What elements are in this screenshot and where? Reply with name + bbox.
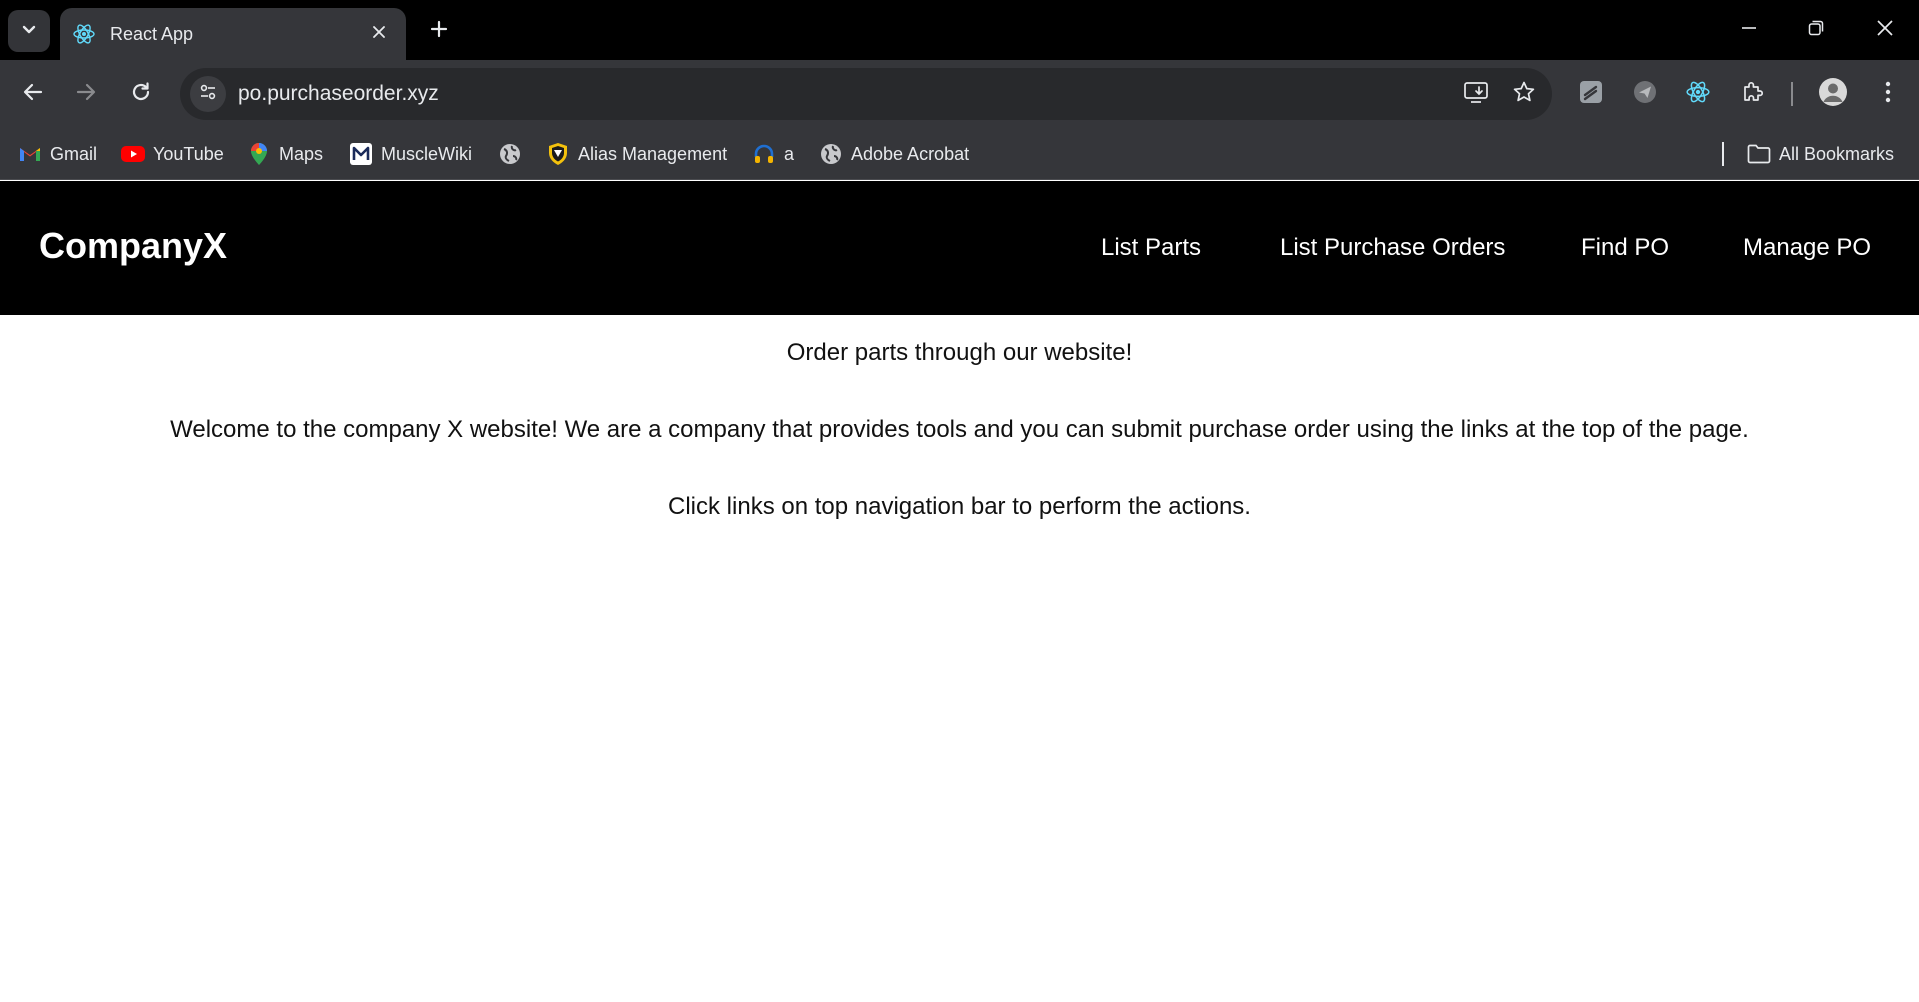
restore-icon — [1808, 20, 1824, 41]
react-icon — [72, 22, 96, 46]
all-bookmarks-button[interactable]: All Bookmarks — [1747, 140, 1894, 168]
bookmark-label: Gmail — [50, 143, 98, 164]
close-window-button[interactable] — [1861, 8, 1909, 52]
puzzle-icon — [1741, 80, 1765, 109]
bookmark-label: a — [784, 143, 795, 164]
nav-link-find-po[interactable]: Find PO — [1581, 234, 1669, 262]
youtube-icon — [121, 142, 145, 166]
star-icon — [1512, 80, 1536, 109]
url-text[interactable]: po.purchaseorder.xyz — [238, 82, 1456, 106]
folder-icon — [1747, 142, 1771, 166]
site-brand-logo[interactable]: CompanyX — [39, 225, 227, 267]
bookmark-label: Maps — [279, 143, 324, 164]
bookmark-label: MuscleWiki — [381, 143, 473, 164]
toolbar-separator — [1791, 82, 1793, 106]
bookmark-adobe-acrobat[interactable]: Adobe Acrobat — [819, 140, 969, 168]
bookmark-youtube[interactable]: YouTube — [121, 140, 224, 168]
globe-icon — [819, 142, 843, 166]
extension-send-button[interactable] — [1625, 74, 1665, 114]
tune-icon — [198, 82, 218, 107]
bookmark-gmail[interactable]: Gmail — [18, 140, 97, 168]
install-app-button[interactable] — [1456, 74, 1496, 114]
gmail-icon — [18, 142, 42, 166]
extensions-menu-button[interactable] — [1733, 74, 1773, 114]
restore-button[interactable] — [1792, 8, 1840, 52]
nav-link-manage-po[interactable]: Manage PO — [1743, 234, 1871, 262]
close-icon — [372, 25, 386, 44]
plus-icon — [429, 19, 449, 44]
bookmark-label: Adobe Acrobat — [851, 143, 970, 164]
browser-toolbar: po.purchaseorder.xyz — [0, 60, 1919, 128]
bookmark-maps[interactable]: Maps — [247, 140, 323, 168]
avatar — [1818, 77, 1848, 112]
shield-icon — [546, 142, 570, 166]
instructions-text: Click links on top navigation bar to per… — [668, 493, 1251, 520]
bookmark-label: YouTube — [153, 143, 224, 164]
musclewiki-icon — [349, 142, 373, 166]
bookmark-alias-management[interactable]: Alias Management — [546, 140, 727, 168]
globe-icon — [498, 142, 522, 166]
tab-search-button[interactable] — [8, 10, 50, 52]
address-bar[interactable]: po.purchaseorder.xyz — [180, 68, 1552, 120]
install-icon — [1463, 80, 1489, 109]
headset-icon — [752, 142, 776, 166]
nav-link-list-parts[interactable]: List Parts — [1101, 234, 1201, 262]
welcome-text: Welcome to the company X website! We are… — [170, 416, 1749, 443]
bookmark-star-button[interactable] — [1504, 74, 1544, 114]
extension-notes-button[interactable] — [1571, 74, 1611, 114]
nav-link-list-purchase-orders[interactable]: List Purchase Orders — [1280, 234, 1505, 262]
chevron-down-icon — [20, 20, 38, 43]
site-navbar: CompanyX List Parts List Purchase Orders… — [0, 181, 1919, 315]
tab-title: React App — [110, 23, 194, 44]
extension-react-devtools-button[interactable] — [1678, 74, 1718, 114]
reload-button[interactable] — [121, 74, 161, 114]
browser-tabstrip: React App — [0, 0, 1919, 60]
page-heading: Order parts through our website! — [786, 339, 1133, 366]
browser-menu-button[interactable] — [1868, 74, 1908, 114]
bookmark-musclewiki[interactable]: MuscleWiki — [349, 140, 472, 168]
minimize-icon — [1741, 20, 1757, 41]
bookmarks-separator — [1722, 142, 1724, 166]
new-tab-button[interactable] — [422, 14, 456, 48]
arrow-right-icon — [75, 81, 97, 108]
forward-button[interactable] — [66, 74, 106, 114]
react-icon — [1685, 79, 1711, 110]
back-button[interactable] — [13, 74, 53, 114]
profile-button[interactable] — [1813, 74, 1853, 114]
bookmark-a[interactable]: a — [752, 140, 794, 168]
arrow-left-icon — [22, 81, 44, 108]
maps-icon — [247, 142, 271, 166]
paper-plane-icon — [1633, 80, 1657, 109]
close-icon — [1876, 19, 1894, 42]
note-extension-icon — [1579, 80, 1603, 109]
bookmark-label: Alias Management — [578, 143, 728, 164]
site-info-button[interactable] — [190, 76, 226, 112]
minimize-button[interactable] — [1725, 8, 1773, 52]
bookmark-globe[interactable] — [498, 140, 530, 168]
bookmarks-bar: Gmail YouTube Maps MuscleWiki Alias Mana… — [0, 128, 1919, 180]
all-bookmarks-label: All Bookmarks — [1779, 143, 1895, 164]
browser-tab-active[interactable]: React App — [60, 8, 406, 60]
kebab-menu-icon — [1884, 80, 1892, 109]
reload-icon — [130, 81, 152, 108]
tab-close-button[interactable] — [364, 19, 394, 49]
